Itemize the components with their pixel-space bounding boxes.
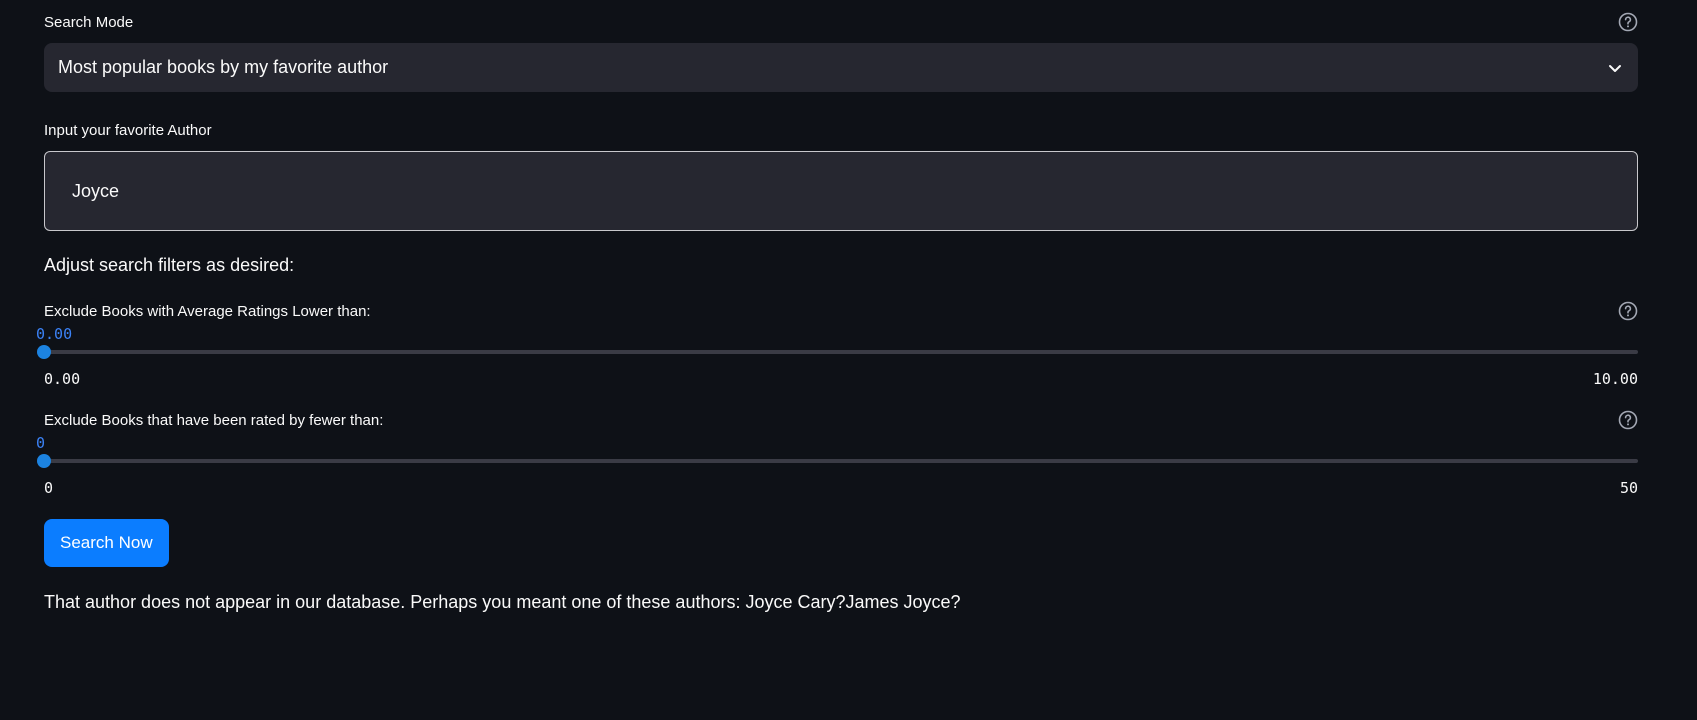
author-input-label-row: Input your favorite Author [44, 119, 1638, 141]
author-input-label: Input your favorite Author [44, 121, 212, 139]
count-slider-label: Exclude Books that have been rated by fe… [44, 411, 384, 429]
rating-slider-range: 0.00 10.00 [44, 370, 1638, 388]
help-circle-icon[interactable] [1618, 410, 1638, 430]
author-input-wrapper [44, 151, 1638, 231]
rating-slider-current-value: 0.00 [36, 325, 73, 343]
result-message: That author does not appear in our datab… [44, 592, 961, 612]
count-slider-track[interactable] [37, 454, 1638, 468]
search-now-button[interactable]: Search Now [44, 519, 169, 567]
count-slider-thumb[interactable] [37, 454, 51, 468]
help-circle-icon[interactable] [1618, 301, 1638, 321]
search-button-row: Search Now [44, 519, 1638, 567]
search-mode-select[interactable]: Most popular books by my favorite author [44, 43, 1638, 92]
count-slider-range: 0 50 [44, 479, 1638, 497]
rating-slider-label-row: Exclude Books with Average Ratings Lower… [44, 300, 1638, 322]
count-slider-min: 0 [44, 479, 54, 497]
main-container: Search Mode Most popular books by my fav… [36, 0, 1638, 613]
help-circle-icon[interactable] [1618, 12, 1638, 32]
search-mode-label: Search Mode [44, 13, 134, 31]
search-mode-label-row: Search Mode [44, 11, 1638, 33]
rating-slider: 0.00 0.00 10.00 [36, 324, 1638, 388]
count-slider: 0 0 50 [36, 433, 1638, 497]
rating-slider-thumb[interactable] [37, 345, 51, 359]
rating-slider-min: 0.00 [44, 370, 81, 388]
rating-slider-track[interactable] [37, 345, 1638, 359]
author-input[interactable] [70, 179, 1612, 203]
app-page: Search Mode Most popular books by my fav… [0, 0, 1697, 720]
count-slider-label-row: Exclude Books that have been rated by fe… [44, 409, 1638, 431]
search-mode-selected-value: Most popular books by my favorite author [58, 57, 389, 77]
rating-slider-label: Exclude Books with Average Ratings Lower… [44, 302, 371, 320]
count-slider-max: 50 [1619, 479, 1638, 497]
filters-heading: Adjust search filters as desired: [44, 255, 295, 275]
chevron-down-icon [1606, 59, 1624, 77]
rating-slider-max: 10.00 [1592, 370, 1638, 388]
count-slider-current-value: 0 [36, 434, 46, 452]
